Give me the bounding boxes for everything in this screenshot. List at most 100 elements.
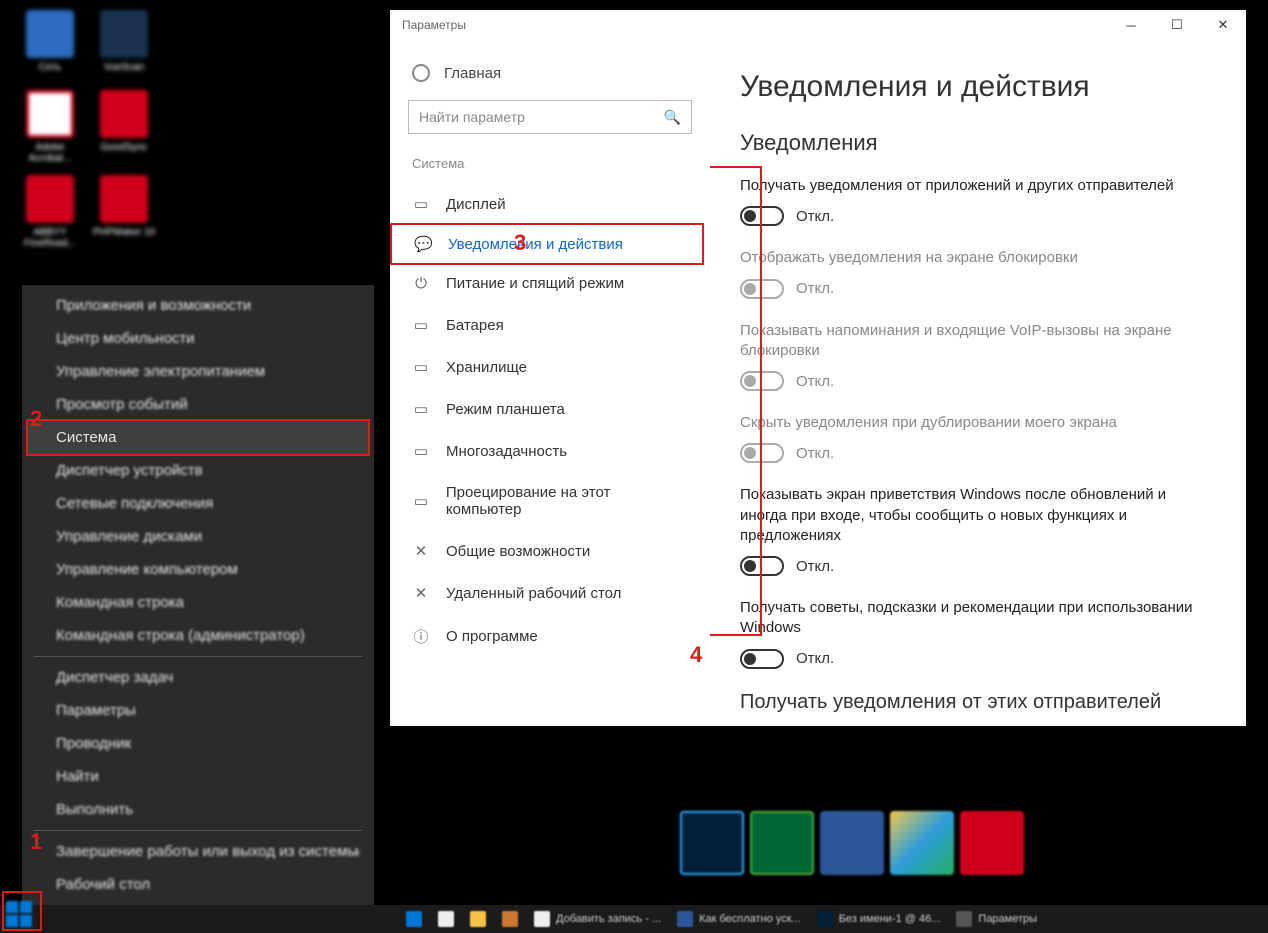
sidebar-item-icon: ✕ [412,584,430,602]
toggle-state: Откл. [796,445,834,462]
taskbar-item-icon [470,911,486,927]
annotation-number-3: 3 [514,230,526,256]
chevron-right-icon: › [355,843,360,860]
winx-menu-item[interactable]: Командная строка [22,586,374,619]
annotation-number-4: 4 [690,642,702,668]
setting-label: Показывать экран приветствия Windows пос… [740,485,1216,546]
dock-icon[interactable] [960,811,1024,875]
close-button[interactable]: ✕ [1200,10,1246,40]
taskbar-item-icon [956,911,972,927]
sidebar-item-label: Режим планшета [446,401,565,418]
search-icon: 🔍 [664,109,681,126]
sidebar-item[interactable]: ▭Дисплей [390,183,710,225]
gear-icon [412,64,430,82]
sidebar-home-label: Главная [444,65,501,82]
sidebar-item-label: Общие возможности [446,543,590,560]
page-title: Уведомления и действия [740,70,1216,104]
winx-menu-item[interactable]: Проводник [22,727,374,760]
toggle-switch[interactable] [740,649,784,669]
taskbar-item-icon [406,911,422,927]
sidebar-item-icon: ✕ [412,542,430,560]
dock-icon[interactable] [890,811,954,875]
sidebar-item[interactable]: ▭Батарея [390,304,710,346]
dock-icon-word[interactable] [820,811,884,875]
taskbar-item[interactable] [398,909,430,929]
section-heading-notifications: Уведомления [740,130,1216,156]
sidebar-item-icon: 💬 [414,235,432,253]
taskbar-item[interactable] [430,909,462,929]
winx-menu-item[interactable]: Завершение работы или выход из системы› [22,835,374,868]
taskbar-item[interactable]: Без имени-1 @ 46... [809,909,949,929]
taskbar-item[interactable] [462,909,494,929]
winx-menu-item[interactable]: Просмотр событий [22,388,374,421]
menu-separator [34,830,362,831]
winx-menu-item-system[interactable]: Система [26,419,370,456]
sidebar-item[interactable]: ⏻Питание и спящий режим [390,263,710,304]
window-titlebar: Параметры ─ ☐ ✕ [390,10,1246,40]
toggle-state: Откл. [796,280,834,297]
annotation-box-1 [2,891,42,931]
desktop-icon[interactable]: Сеть [18,10,82,73]
desktop-icon[interactable]: PHPMaker 10 [92,175,156,238]
taskbar-item[interactable]: Параметры [948,909,1045,929]
winx-menu-item[interactable]: Управление дисками [22,520,374,553]
winx-menu-item[interactable]: Параметры [22,694,374,727]
sidebar-item[interactable]: ▭Хранилище [390,346,710,388]
sidebar-item-icon: ▭ [412,492,430,510]
maximize-button[interactable]: ☐ [1154,10,1200,40]
winx-menu-item[interactable]: Рабочий стол [22,868,374,901]
toggle-state: Откл. [796,558,834,575]
sidebar-item[interactable]: ▭Многозадачность [390,430,710,472]
desktop-icon[interactable]: GoodSync [92,90,156,153]
taskbar-item-icon [817,911,833,927]
taskbar-item[interactable]: Как бесплатно уск... [669,909,809,929]
winx-context-menu: Приложения и возможностиЦентр мобильност… [22,285,374,905]
window-title: Параметры [402,18,466,32]
sidebar-home[interactable]: Главная [390,58,710,100]
taskbar-item[interactable] [494,909,526,929]
winx-menu-item[interactable]: Центр мобильности [22,322,374,355]
sidebar-item-icon: ⏻ [412,275,430,292]
setting-label: Скрыть уведомления при дублировании моег… [740,413,1216,433]
taskbar-item-icon [677,911,693,927]
taskbar: Добавить запись - ...Как бесплатно уск..… [0,905,1268,933]
dock-icon-dreamweaver[interactable] [750,811,814,875]
desktop-icon[interactable]: Adobe Acrobat... [18,90,82,164]
winx-menu-item[interactable]: Приложения и возможности [22,289,374,322]
section-heading-senders: Получать уведомления от этих отправителе… [740,691,1216,714]
winx-menu-item[interactable]: Найти [22,760,374,793]
setting-label: Получать советы, подсказки и рекомендаци… [740,598,1216,639]
sidebar-item-icon: ▭ [412,316,430,334]
winx-menu-item[interactable]: Управление компьютером [22,553,374,586]
sidebar-item[interactable]: ✕ Общие возможности [390,530,710,572]
desktop-icon[interactable]: VueScan [92,10,156,73]
sidebar-item-label: Дисплей [446,196,506,213]
sidebar-item-label: Уведомления и действия [448,236,623,253]
winx-menu-item[interactable]: Диспетчер устройств [22,454,374,487]
taskbar-item-icon [438,911,454,927]
winx-menu-item[interactable]: Управление электропитанием [22,355,374,388]
minimize-button[interactable]: ─ [1108,10,1154,40]
winx-menu-item[interactable]: Сетевые подключения [22,487,374,520]
sidebar-item[interactable]: ▭Режим планшета [390,388,710,430]
winx-menu-item[interactable]: Командная строка (администратор) [22,619,374,652]
sidebar-item-label: О программе [446,628,538,645]
search-input[interactable]: Найти параметр 🔍 [408,100,692,134]
sidebar-item-label: Проецирование на этот компьютер [446,484,688,518]
annotation-box-4 [710,166,762,636]
sidebar-item[interactable]: ✕Удаленный рабочий стол [390,572,710,614]
toggle-state: Откл. [796,650,834,667]
sidebar-item[interactable]: ▭ Проецирование на этот компьютер [390,472,710,530]
taskbar-item-icon [534,911,550,927]
toggle-state: Откл. [796,373,834,390]
dock-icon-photoshop[interactable] [680,811,744,875]
winx-menu-item[interactable]: Выполнить [22,793,374,826]
sidebar-item[interactable]: 💬 Уведомления и действия [390,223,704,265]
desktop-icon[interactable]: ABBYY FineRead... [18,175,82,249]
sidebar-item[interactable]: ⓘО программе [390,614,710,659]
taskbar-item[interactable]: Добавить запись - ... [526,909,669,929]
toggle-state: Откл. [796,208,834,225]
taskbar-item-icon [502,911,518,927]
winx-menu-item[interactable]: Диспетчер задач [22,661,374,694]
menu-separator [34,656,362,657]
